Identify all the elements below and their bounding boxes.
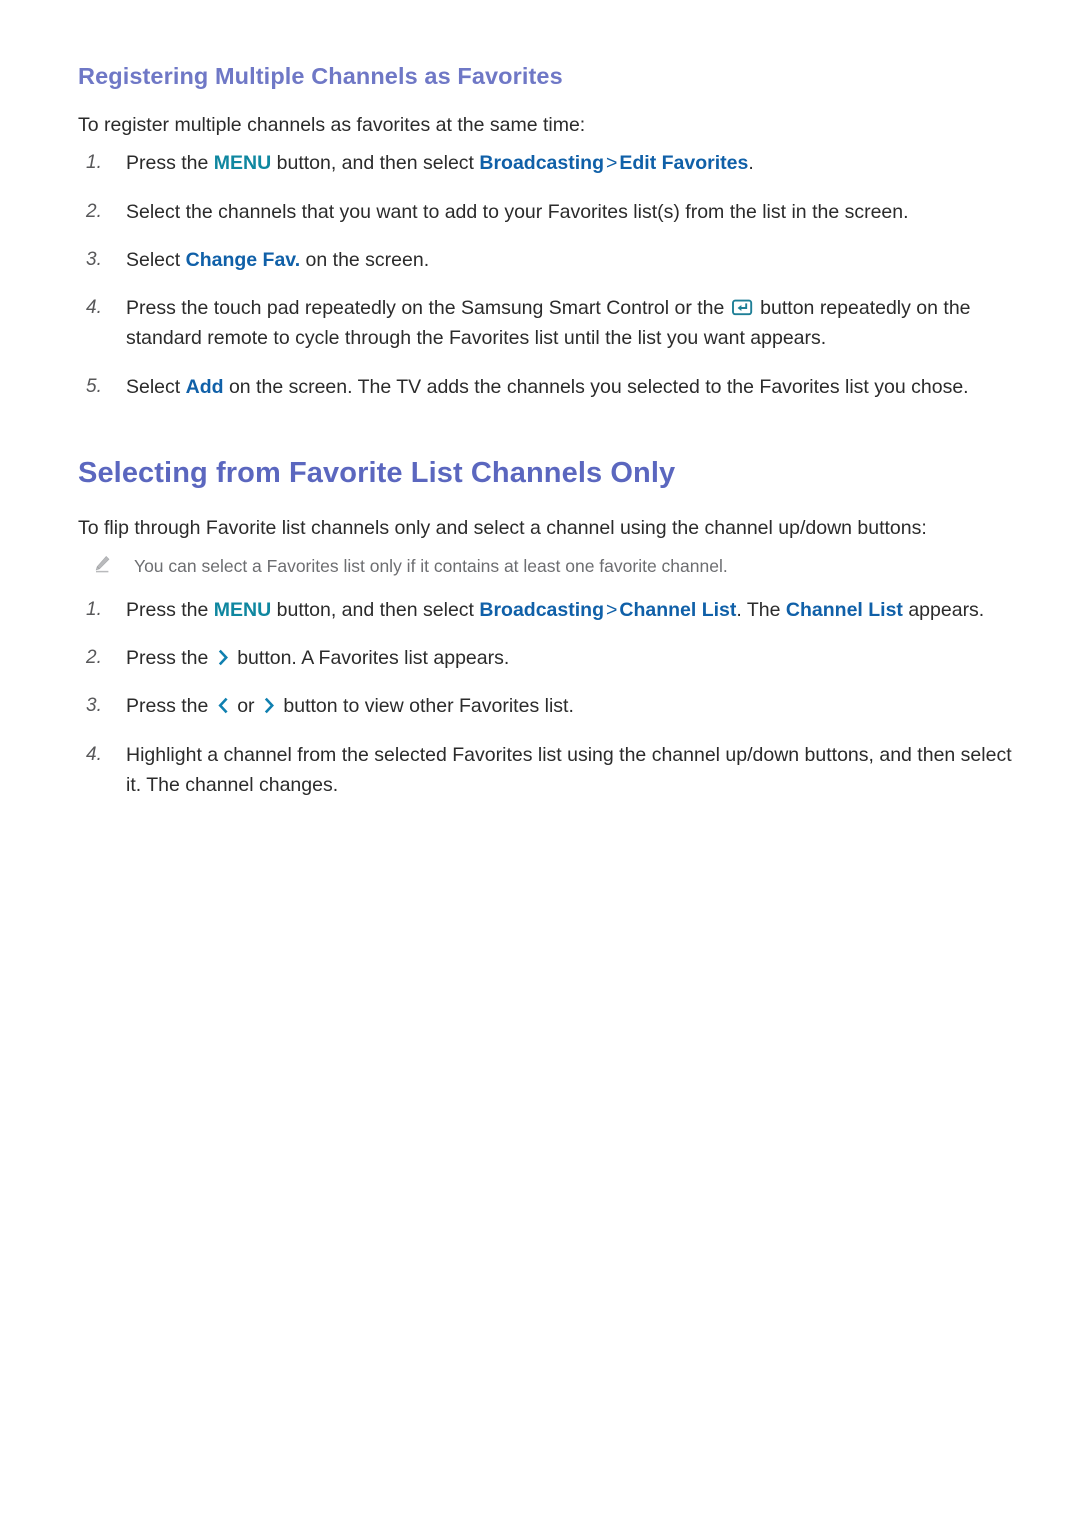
list-item: 2. Press the button. A Favorites list app… bbox=[78, 643, 1020, 673]
text-run: Press the bbox=[126, 598, 214, 621]
keyword-menu-path: Channel List bbox=[785, 598, 903, 621]
text-run: Press the touch pad repeatedly on the Sa… bbox=[126, 297, 730, 320]
text-run: button to view other Favorites list. bbox=[277, 695, 574, 718]
keyword-menu-path: Broadcasting bbox=[479, 598, 604, 621]
enter-button-icon bbox=[731, 295, 753, 316]
text-run: . The bbox=[736, 598, 786, 621]
keyword-menu-path: Add bbox=[185, 375, 224, 398]
list-item-text: Press the MENU button, and then select B… bbox=[126, 152, 754, 174]
list-item: 3. Select Change Fav. on the screen. bbox=[78, 245, 1020, 275]
chevron-right-icon bbox=[217, 646, 229, 666]
text-run: Select bbox=[126, 248, 186, 271]
note-text: You can select a Favorites list only if … bbox=[134, 555, 728, 576]
keyword-menu: MENU bbox=[213, 598, 272, 621]
text-run: button, and then select bbox=[271, 598, 480, 621]
keyword-menu-path: Broadcasting bbox=[479, 152, 604, 175]
keyword-menu-path: Channel List bbox=[619, 598, 737, 621]
text-run: Highlight a channel from the selected Fa… bbox=[126, 743, 1012, 796]
text-run: Press the bbox=[126, 695, 214, 718]
list-item-number: 2. bbox=[86, 647, 102, 669]
list-item-number: 4. bbox=[86, 743, 102, 765]
list-item: 1. Press the MENU button, and then select… bbox=[78, 595, 1020, 625]
list-item-text: Press the or button to view other Favori… bbox=[126, 695, 574, 717]
list-item: 1. Press the MENU button, and then select… bbox=[78, 148, 1020, 178]
list-item-number: 3. bbox=[86, 248, 102, 270]
text-run: or bbox=[231, 695, 260, 718]
chevron-left-icon bbox=[217, 694, 229, 714]
keyword-menu: MENU bbox=[213, 152, 272, 175]
list-item-text: Press the button. A Favorites list appea… bbox=[126, 647, 509, 669]
keyword-menu-path: Edit Favorites bbox=[619, 152, 749, 175]
text-run: Press the bbox=[126, 647, 214, 670]
section-heading-registering-multiple-channels: Registering Multiple Channels as Favorit… bbox=[78, 63, 563, 89]
text-run: appears. bbox=[902, 598, 985, 621]
steps-list-selecting-favorite-channels: 1. Press the MENU button, and then select… bbox=[78, 595, 1020, 800]
document-page: Registering Multiple Channels as Favorit… bbox=[0, 0, 1080, 1527]
keyword-menu-path: Change Fav. bbox=[185, 248, 301, 271]
list-item: 3. Press the or button to view other Favo… bbox=[78, 691, 1020, 721]
list-item: 5. Select Add on the screen. The TV adds … bbox=[78, 372, 1020, 402]
list-item-number: 3. bbox=[86, 695, 102, 717]
list-item-number: 1. bbox=[86, 152, 102, 174]
list-item-text: Highlight a channel from the selected Fa… bbox=[126, 744, 1012, 796]
menu-path-separator: > bbox=[605, 152, 618, 175]
text-run: Select bbox=[126, 375, 186, 398]
list-item-text: Select Change Fav. on the screen. bbox=[126, 249, 429, 271]
section2-intro-text: To flip through Favorite list channels o… bbox=[78, 516, 927, 539]
pencil-icon bbox=[92, 554, 112, 574]
section-heading-selecting-from-favorite-list: Selecting from Favorite List Channels On… bbox=[78, 456, 676, 489]
list-item-number: 1. bbox=[86, 598, 102, 620]
list-item-text: Press the touch pad repeatedly on the Sa… bbox=[126, 297, 971, 349]
list-item-text: Select Add on the screen. The TV adds th… bbox=[126, 376, 969, 398]
list-item-number: 2. bbox=[86, 200, 102, 222]
text-run: on the screen. The TV adds the channels … bbox=[223, 375, 969, 398]
list-item-number: 5. bbox=[86, 375, 102, 397]
text-run: button. A Favorites list appears. bbox=[231, 647, 510, 670]
list-item-text: Press the MENU button, and then select B… bbox=[126, 599, 984, 621]
text-run: . bbox=[748, 152, 754, 175]
note-row: You can select a Favorites list only if … bbox=[86, 553, 1020, 579]
menu-path-separator: > bbox=[605, 598, 618, 621]
text-run: Press the bbox=[126, 152, 214, 175]
list-item-number: 4. bbox=[86, 297, 102, 319]
text-run: Select the channels that you want to add… bbox=[126, 200, 909, 223]
chevron-right-icon bbox=[263, 694, 275, 714]
section1-intro-text: To register multiple channels as favorit… bbox=[78, 114, 586, 137]
list-item: 4. Highlight a channel from the selected … bbox=[78, 740, 1020, 800]
text-run: button, and then select bbox=[271, 152, 480, 175]
list-item: 4. Press the touch pad repeatedly on the … bbox=[78, 293, 1020, 353]
list-item: 2. Select the channels that you want to a… bbox=[78, 197, 1020, 227]
list-item-text: Select the channels that you want to add… bbox=[126, 201, 909, 223]
text-run: on the screen. bbox=[300, 248, 430, 271]
steps-list-registering-favorites: 1. Press the MENU button, and then select… bbox=[78, 148, 1020, 401]
